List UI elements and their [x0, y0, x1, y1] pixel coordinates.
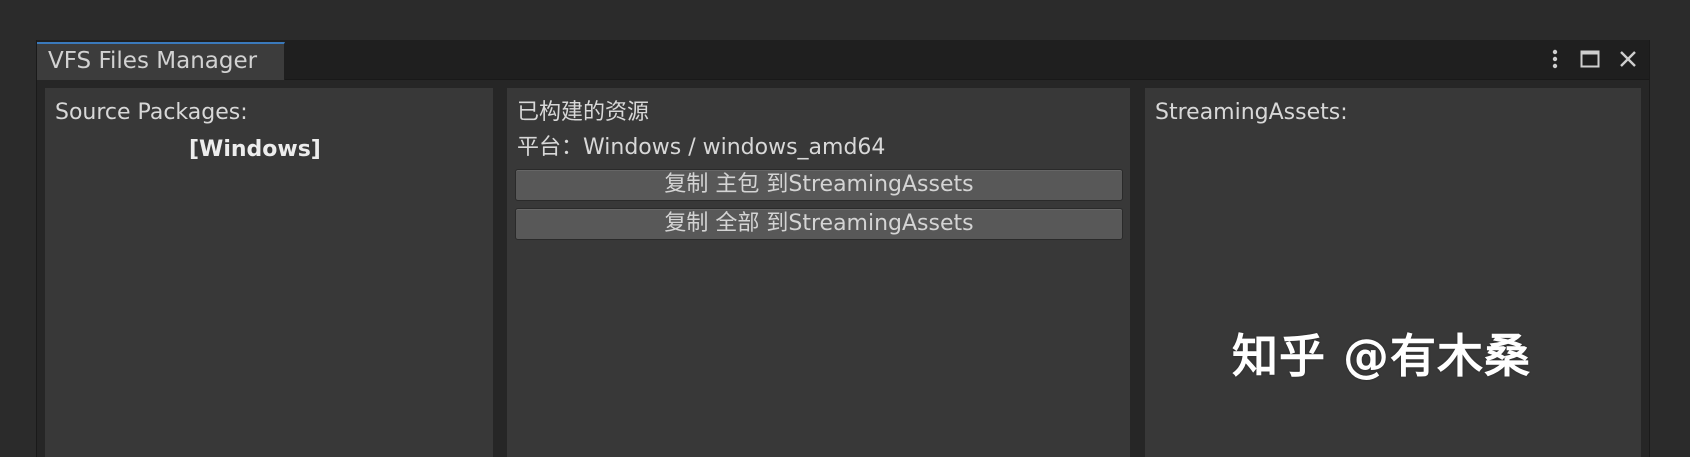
- streaming-assets-title: StreamingAssets:: [1155, 100, 1348, 125]
- copy-main-package-button[interactable]: 复制 主包 到StreamingAssets: [515, 169, 1123, 201]
- built-assets-panel: 已构建的资源 平台：Windows / windows_amd64 复制 主包 …: [507, 88, 1130, 457]
- watermark-text: 知乎 @有木桑: [1232, 329, 1532, 383]
- maximize-icon[interactable]: [1576, 44, 1604, 74]
- source-packages-panel: Source Packages: [Windows]: [45, 88, 493, 457]
- built-assets-title: 已构建的资源: [517, 100, 650, 125]
- streaming-assets-panel: StreamingAssets:: [1145, 88, 1641, 457]
- vertical-dots-icon[interactable]: [1546, 44, 1564, 74]
- tab-vfs-files-manager[interactable]: VFS Files Manager: [37, 42, 285, 80]
- vfs-files-manager-window: VFS Files Manager Source Packages: [Wind: [36, 40, 1650, 457]
- platform-item-windows[interactable]: [Windows]: [189, 136, 321, 164]
- source-packages-title: Source Packages:: [55, 100, 248, 125]
- copy-all-button[interactable]: 复制 全部 到StreamingAssets: [515, 208, 1123, 240]
- close-icon[interactable]: [1614, 44, 1642, 74]
- platform-info: 平台：Windows / windows_amd64: [517, 135, 886, 160]
- window-content: Source Packages: [Windows] 已构建的资源 平台：Win…: [37, 80, 1649, 457]
- window-tab-bar: VFS Files Manager: [37, 40, 1649, 80]
